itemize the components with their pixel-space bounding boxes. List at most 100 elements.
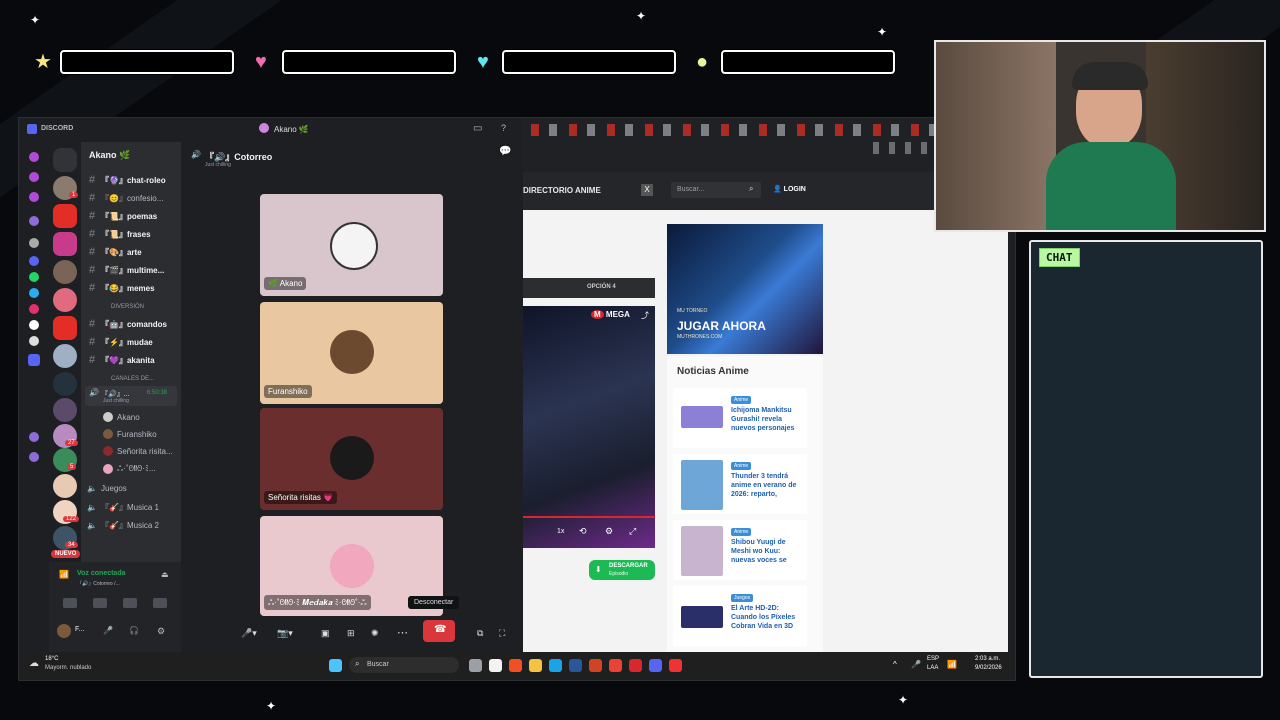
login-button[interactable]: 👤 LOGIN [773, 185, 806, 193]
channel-item[interactable]: # 『🎨』arte [87, 246, 142, 258]
guild-icon[interactable] [53, 260, 77, 284]
share-icon[interactable]: ⤴ [641, 310, 649, 321]
youtube-icon[interactable] [53, 316, 77, 340]
channel-item[interactable]: # 『😂』memes [87, 282, 155, 294]
news-item[interactable]: Anime Ichijoma Mankitsu Gurashi! revela … [673, 388, 807, 448]
news-item[interactable]: Anime Shibou Yuugi de Meshi wo Kuu: nuev… [673, 520, 807, 580]
word-icon[interactable] [569, 659, 582, 672]
wifi-icon[interactable]: 📶 [947, 660, 957, 669]
guild-icon[interactable] [53, 474, 77, 498]
download-button[interactable]: ⬇ DESCARGAR Episodio [589, 560, 655, 580]
app-icon[interactable] [29, 216, 39, 226]
camera-button[interactable] [63, 598, 77, 608]
taskbar-search[interactable]: ⌕ Buscar [349, 657, 459, 673]
app-icon[interactable] [29, 432, 39, 442]
active-voice-channel[interactable]: 🔊 『🔊』... 6:50:38 Just chilling [85, 386, 177, 406]
app-icon[interactable] [29, 452, 39, 462]
discord-taskbar-icon[interactable] [649, 659, 662, 672]
progress-bar[interactable] [523, 516, 655, 518]
fullscreen-icon[interactable]: ⛶ [499, 628, 505, 639]
soundboard-button[interactable] [153, 598, 167, 608]
avatar[interactable] [57, 624, 71, 638]
gear-icon[interactable]: ⚙ [605, 526, 613, 537]
direct-messages-icon[interactable] [53, 148, 77, 172]
voice-member[interactable]: Señorita risita... [103, 446, 173, 456]
voice-member[interactable]: Akano [103, 412, 140, 422]
channel-item[interactable]: # 『📜』poemas [87, 210, 157, 222]
youtube-icon[interactable] [53, 204, 77, 228]
channel-item[interactable]: # 『⚡』mudae [87, 336, 153, 348]
disconnect-small-icon[interactable]: ⏏ [161, 570, 169, 579]
camera-toggle[interactable]: 📷▾ [277, 628, 293, 639]
whatsapp-icon[interactable] [29, 272, 39, 282]
telegram-icon[interactable] [29, 288, 39, 298]
channel-item[interactable]: # 『🎬』multime... [87, 264, 164, 276]
office-icon[interactable] [509, 659, 522, 672]
channel-item[interactable]: # 『🔮』chat-roleo [87, 174, 166, 186]
loop-icon[interactable]: ⟲ [579, 526, 587, 537]
speed-control[interactable]: 1x [557, 528, 564, 535]
settings-icon[interactable] [29, 238, 39, 248]
windows-start-icon[interactable] [329, 659, 342, 672]
category-voice[interactable]: CANALES DE... [111, 376, 154, 382]
app-icon[interactable] [29, 172, 39, 182]
x-icon[interactable] [29, 336, 39, 346]
screen-share-button[interactable] [93, 598, 107, 608]
guild-icon[interactable] [53, 232, 77, 256]
messenger-icon[interactable] [29, 256, 39, 266]
microphone-icon[interactable]: 🎤 [911, 660, 921, 669]
discord-icon[interactable] [28, 354, 40, 366]
tiktok-icon[interactable] [29, 320, 39, 330]
guild-icon[interactable] [53, 288, 77, 312]
app-icon[interactable] [669, 659, 682, 672]
tray-chevron-icon[interactable]: ^ [893, 660, 897, 669]
connection-detail[interactable]: 『🔊』Cotorreo /... [77, 580, 120, 587]
language[interactable]: ESP [927, 656, 939, 662]
guild-icon[interactable] [53, 344, 77, 368]
channel-item[interactable]: # 『💜』akanita [87, 354, 155, 366]
participant-tile[interactable]: Furanshiko [260, 302, 443, 404]
activities-icon[interactable]: ⊞ [347, 628, 355, 639]
task-view-icon[interactable] [469, 659, 482, 672]
activity-button[interactable] [123, 598, 137, 608]
inbox-icon[interactable]: ▭ [473, 123, 482, 134]
option-tab[interactable]: OPCIÓN 4 [523, 278, 655, 298]
screen-share-icon[interactable]: ▣ [321, 628, 330, 639]
edge-icon[interactable] [549, 659, 562, 672]
news-item[interactable]: Anime Thunder 3 tendrá anime en verano d… [673, 454, 807, 514]
voice-channel-item[interactable]: 🔈 『🎸』Musica 2 [87, 520, 159, 531]
x-icon[interactable]: X [641, 184, 653, 196]
voice-member[interactable]: ஃ·˚ᘛᘚ·ﾐ... [103, 463, 156, 474]
help-icon[interactable]: ? [501, 123, 506, 133]
video-player[interactable]: M MEGA ⤴ 1x ⟲ ⚙ ⤢ [523, 306, 655, 548]
app-icon[interactable] [29, 192, 39, 202]
category-fun[interactable]: DIVERSIÓN [111, 304, 144, 310]
microphone-icon[interactable]: 🎤 [103, 626, 113, 635]
channel-item[interactable]: # 『😊』confesio... [87, 192, 164, 204]
clock-time[interactable]: 2:03 a.m. [975, 656, 1000, 662]
instagram-icon[interactable] [29, 304, 39, 314]
guild-icon[interactable] [53, 398, 77, 422]
file-explorer-icon[interactable] [529, 659, 542, 672]
app-icon[interactable] [29, 152, 39, 162]
expand-icon[interactable]: ⤢ [629, 526, 636, 537]
microphone-toggle[interactable]: 🎤▾ [241, 628, 257, 639]
opera-icon[interactable] [629, 659, 642, 672]
voice-channel-item[interactable]: 🔈 『🎸』Musica 1 [87, 502, 159, 513]
gear-icon[interactable]: ⚙ [157, 626, 165, 637]
advertisement[interactable]: MU TORNEO JUGAR AHORA MUTHRONES.COM [667, 224, 823, 354]
channel-item[interactable]: # 『🤖』comandos [87, 318, 167, 330]
powerpoint-icon[interactable] [589, 659, 602, 672]
popout-icon[interactable]: ⧉ [477, 628, 483, 639]
weather-icon[interactable]: ☁ [29, 658, 39, 669]
disconnect-button[interactable]: ☎ [423, 620, 455, 642]
guild-icon[interactable] [53, 372, 77, 396]
nav-directory[interactable]: DIRECTORIO ANIME [523, 186, 601, 195]
chat-bubble-icon[interactable]: 💬 [499, 146, 511, 157]
participant-tile[interactable]: 🌿 Akano [260, 194, 443, 296]
participant-tile[interactable]: Señorita risitas 💗 [260, 408, 443, 510]
voice-member[interactable]: Furanshiko [103, 429, 157, 439]
store-icon[interactable] [489, 659, 502, 672]
headphones-icon[interactable]: 🎧 [129, 626, 139, 635]
more-icon[interactable]: ⋯ [397, 626, 408, 639]
